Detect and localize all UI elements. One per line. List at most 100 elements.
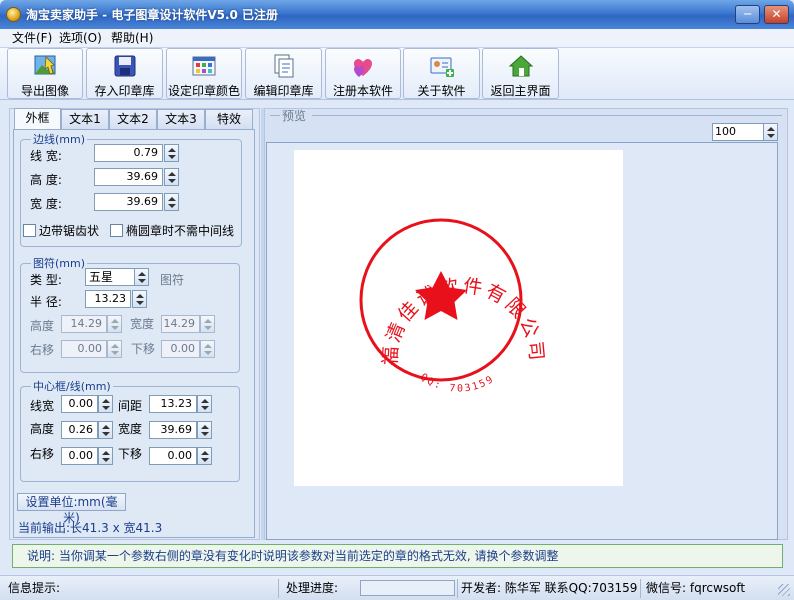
register-label: 注册本软件 xyxy=(332,84,393,98)
menu-help[interactable]: 帮助(H) xyxy=(107,30,157,47)
symbol-text-label: 图符 xyxy=(160,273,185,287)
edit-library-button[interactable]: 编辑印章库 xyxy=(245,48,322,99)
stamp-company-text: 福清佳诚软件有限公司 xyxy=(379,275,547,366)
set-unit-button[interactable]: 设置单位:mm(毫米) xyxy=(17,493,126,525)
set-color-label: 设定印章颜色 xyxy=(167,84,240,98)
symbol-height-spinner[interactable] xyxy=(107,315,122,333)
symbol-type-label: 类 型: xyxy=(30,273,62,287)
menu-file[interactable]: 文件(F) xyxy=(8,30,56,47)
status-separator xyxy=(457,579,458,598)
about-card-icon xyxy=(430,57,454,77)
center-height-input[interactable]: 0.26 xyxy=(61,421,98,439)
menu-options[interactable]: 选项(O) xyxy=(55,30,106,47)
center-down-shift-label: 下移 xyxy=(118,447,143,461)
about-button[interactable]: 关于软件 xyxy=(403,48,480,99)
radius-label: 半 径: xyxy=(30,295,62,309)
symbol-type-select[interactable]: 五星 xyxy=(85,268,135,286)
toolbar: 导出图像 存入印章库 设定印章颜色 编辑印章库 注册本软件 关于软件 返回主界面 xyxy=(0,48,794,100)
save-to-library-button[interactable]: 存入印章库 xyxy=(86,48,163,99)
sawtooth-checkbox[interactable] xyxy=(23,224,36,237)
center-width-spinner[interactable] xyxy=(197,421,212,439)
zoom-input[interactable]: 100 xyxy=(712,123,764,141)
center-width-input[interactable]: 39.69 xyxy=(149,421,197,439)
center-line-group-legend: 中心框/线(mm) xyxy=(33,380,111,393)
border-width-label: 宽 度: xyxy=(30,197,62,211)
window-title: 淘宝卖家助手 - 电子图章设计软件V5.0 已注册 xyxy=(26,8,279,22)
status-bar: 信息提示: 处理进度: 开发者: 陈华军 联系QQ:703159 微信号: fq… xyxy=(0,575,794,600)
spacing-label: 间距 xyxy=(118,399,143,413)
center-right-shift-label: 右移 xyxy=(30,447,55,461)
border-height-label: 高 度: xyxy=(30,173,62,187)
center-right-shift-input[interactable]: 0.00 xyxy=(61,447,98,465)
center-down-shift-spinner[interactable] xyxy=(197,447,212,465)
sawtooth-label: 边带锯齿状 xyxy=(39,224,100,238)
export-image-icon xyxy=(34,55,56,75)
about-label: 关于软件 xyxy=(417,84,466,98)
symbol-down-shift-input[interactable]: 0.00 xyxy=(161,340,200,358)
tab-text1[interactable]: 文本1 xyxy=(61,109,109,129)
center-line-width-spinner[interactable] xyxy=(98,395,113,413)
line-width-input[interactable]: 0.79 xyxy=(94,144,163,162)
symbol-right-shift-input[interactable]: 0.00 xyxy=(61,340,107,358)
save-to-library-label: 存入印章库 xyxy=(94,84,155,98)
spacing-input[interactable]: 13.23 xyxy=(149,395,197,413)
menu-bar: 文件(F) 选项(O) 帮助(H) xyxy=(0,29,794,48)
radius-input[interactable]: 13.23 xyxy=(85,290,131,308)
center-down-shift-input[interactable]: 0.00 xyxy=(149,447,197,465)
line-width-spinner[interactable] xyxy=(164,144,179,162)
no-middle-line-checkbox[interactable] xyxy=(110,224,123,237)
tab-frame[interactable]: 外框 xyxy=(14,108,61,130)
border-width-input[interactable]: 39.69 xyxy=(94,193,163,211)
edit-library-label: 编辑印章库 xyxy=(253,84,314,98)
symbol-width-spinner[interactable] xyxy=(200,315,215,333)
hearts-icon xyxy=(353,59,373,77)
stamp-canvas: 福清佳诚软件有限公司 QQ: 703159 xyxy=(294,150,623,486)
radius-spinner[interactable] xyxy=(132,290,147,308)
border-width-spinner[interactable] xyxy=(164,193,179,211)
color-palette-icon xyxy=(192,56,216,76)
note-bar: 说明: 当你调某一个参数右侧的章没有变化时说明该参数对当前选定的章的格式无效, … xyxy=(12,544,783,568)
border-height-input[interactable]: 39.69 xyxy=(94,168,163,186)
progress-bar xyxy=(360,580,455,596)
return-main-button[interactable]: 返回主界面 xyxy=(482,48,559,99)
border-height-spinner[interactable] xyxy=(164,168,179,186)
set-color-button[interactable]: 设定印章颜色 xyxy=(166,48,242,99)
tab-text2[interactable]: 文本2 xyxy=(109,109,157,129)
return-main-label: 返回主界面 xyxy=(490,84,551,98)
symbol-width-label: 宽度 xyxy=(130,317,155,331)
symbol-right-shift-spinner[interactable] xyxy=(107,340,122,358)
center-right-shift-spinner[interactable] xyxy=(98,447,113,465)
symbol-down-shift-label: 下移 xyxy=(131,342,156,356)
zoom-spinner[interactable] xyxy=(763,123,778,141)
output-size-info: 当前输出:长41.3 x 宽41.3 xyxy=(18,521,163,535)
stamp-qq-text: QQ: 703159 xyxy=(418,372,497,395)
wechat-info: 微信号: fqrcwsoft xyxy=(646,581,746,595)
resize-grip[interactable] xyxy=(778,584,790,596)
preview-label: 预览 xyxy=(282,109,307,123)
center-line-width-input[interactable]: 0.00 xyxy=(61,395,98,413)
close-button[interactable]: ✕ xyxy=(764,5,789,24)
no-middle-line-label: 椭圆章时不需中间线 xyxy=(126,224,235,238)
border-group-legend: 边线(mm) xyxy=(33,133,86,146)
register-button[interactable]: 注册本软件 xyxy=(325,48,401,99)
symbol-group-legend: 图符(mm) xyxy=(33,257,86,270)
app-icon xyxy=(6,7,21,22)
info-label: 信息提示: xyxy=(8,581,61,595)
symbol-right-shift-label: 右移 xyxy=(30,343,55,357)
export-image-button[interactable]: 导出图像 xyxy=(7,48,83,99)
center-height-spinner[interactable] xyxy=(98,421,113,439)
progress-label: 处理进度: xyxy=(286,581,339,595)
symbol-down-shift-spinner[interactable] xyxy=(200,340,215,358)
tab-effects[interactable]: 特效 xyxy=(205,109,253,129)
minimize-button[interactable]: ─ xyxy=(735,5,760,24)
developer-info: 开发者: 陈华军 联系QQ:703159 xyxy=(461,581,638,595)
tab-text3[interactable]: 文本3 xyxy=(157,109,205,129)
spacing-spinner[interactable] xyxy=(197,395,212,413)
symbol-type-spinner[interactable] xyxy=(134,268,149,286)
center-height-label: 高度 xyxy=(30,422,55,436)
symbol-height-input[interactable]: 14.29 xyxy=(61,315,107,333)
edit-library-icon xyxy=(274,54,293,78)
symbol-width-input[interactable]: 14.29 xyxy=(161,315,200,333)
save-disk-icon xyxy=(114,55,135,77)
center-width-label: 宽度 xyxy=(118,422,143,436)
